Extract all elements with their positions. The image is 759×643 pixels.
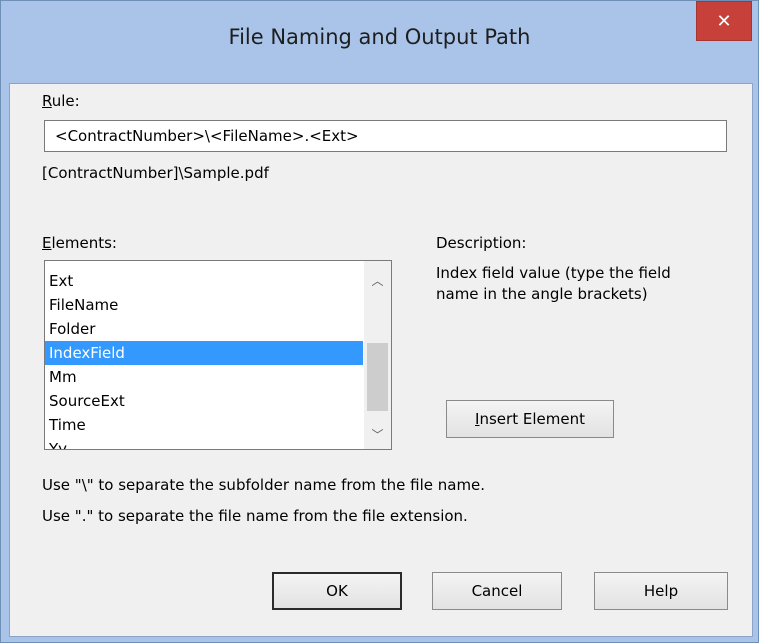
hint-extension: Use "." to separate the file name from t…: [42, 507, 468, 525]
close-icon: ✕: [716, 10, 732, 32]
rule-preview: [ContractNumber]\Sample.pdf: [42, 164, 269, 182]
dialog-body: Rule: <ContractNumber>\<FileName>.<Ext> …: [9, 83, 753, 637]
title-bar[interactable]: File Naming and Output Path ✕: [1, 1, 758, 83]
dialog-window: File Naming and Output Path ✕ Rule: <Con…: [0, 0, 759, 643]
chevron-up-icon[interactable]: ︿: [364, 269, 391, 291]
elements-listbox[interactable]: Ext FileName Folder IndexField Mm SourceExt Ti…: [44, 260, 392, 450]
dialog-title: File Naming and Output Path: [228, 25, 531, 49]
elements-scrollbar[interactable]: ︿ ﹀: [364, 261, 391, 449]
close-button[interactable]: ✕: [696, 1, 752, 41]
insert-element-button[interactable]: Insert Element: [446, 400, 614, 438]
list-item[interactable]: FileName: [45, 293, 363, 317]
help-button[interactable]: Help: [594, 572, 728, 610]
list-item[interactable]: IndexField: [45, 341, 363, 365]
list-item[interactable]: Time: [45, 413, 363, 437]
scrollbar-thumb[interactable]: [367, 343, 388, 411]
rule-label: Rule:: [42, 92, 80, 110]
hint-subfolder: Use "\" to separate the subfolder name f…: [42, 476, 486, 494]
insert-element-label: nsert Element: [479, 410, 585, 428]
description-text: Index field value (type the field name i…: [436, 264, 671, 303]
list-item[interactable]: Folder: [45, 317, 363, 341]
elements-label: Elements:: [42, 234, 117, 252]
list-item[interactable]: Yy: [45, 437, 363, 449]
list-item[interactable]: Ext: [45, 269, 363, 293]
rule-label-mnemonic: R: [42, 92, 52, 110]
list-item[interactable]: Mm: [45, 365, 363, 389]
description-label: Description:: [436, 234, 527, 252]
ok-button[interactable]: OK: [272, 572, 402, 610]
cancel-button[interactable]: Cancel: [432, 572, 562, 610]
elements-list: Ext FileName Folder IndexField Mm SourceExt Ti…: [45, 269, 363, 449]
chevron-down-icon[interactable]: ﹀: [364, 423, 391, 445]
elements-label-rest: lements:: [51, 234, 117, 252]
rule-input[interactable]: <ContractNumber>\<FileName>.<Ext>: [44, 120, 727, 152]
rule-label-rest: ule:: [51, 92, 80, 110]
list-item[interactable]: SourceExt: [45, 389, 363, 413]
